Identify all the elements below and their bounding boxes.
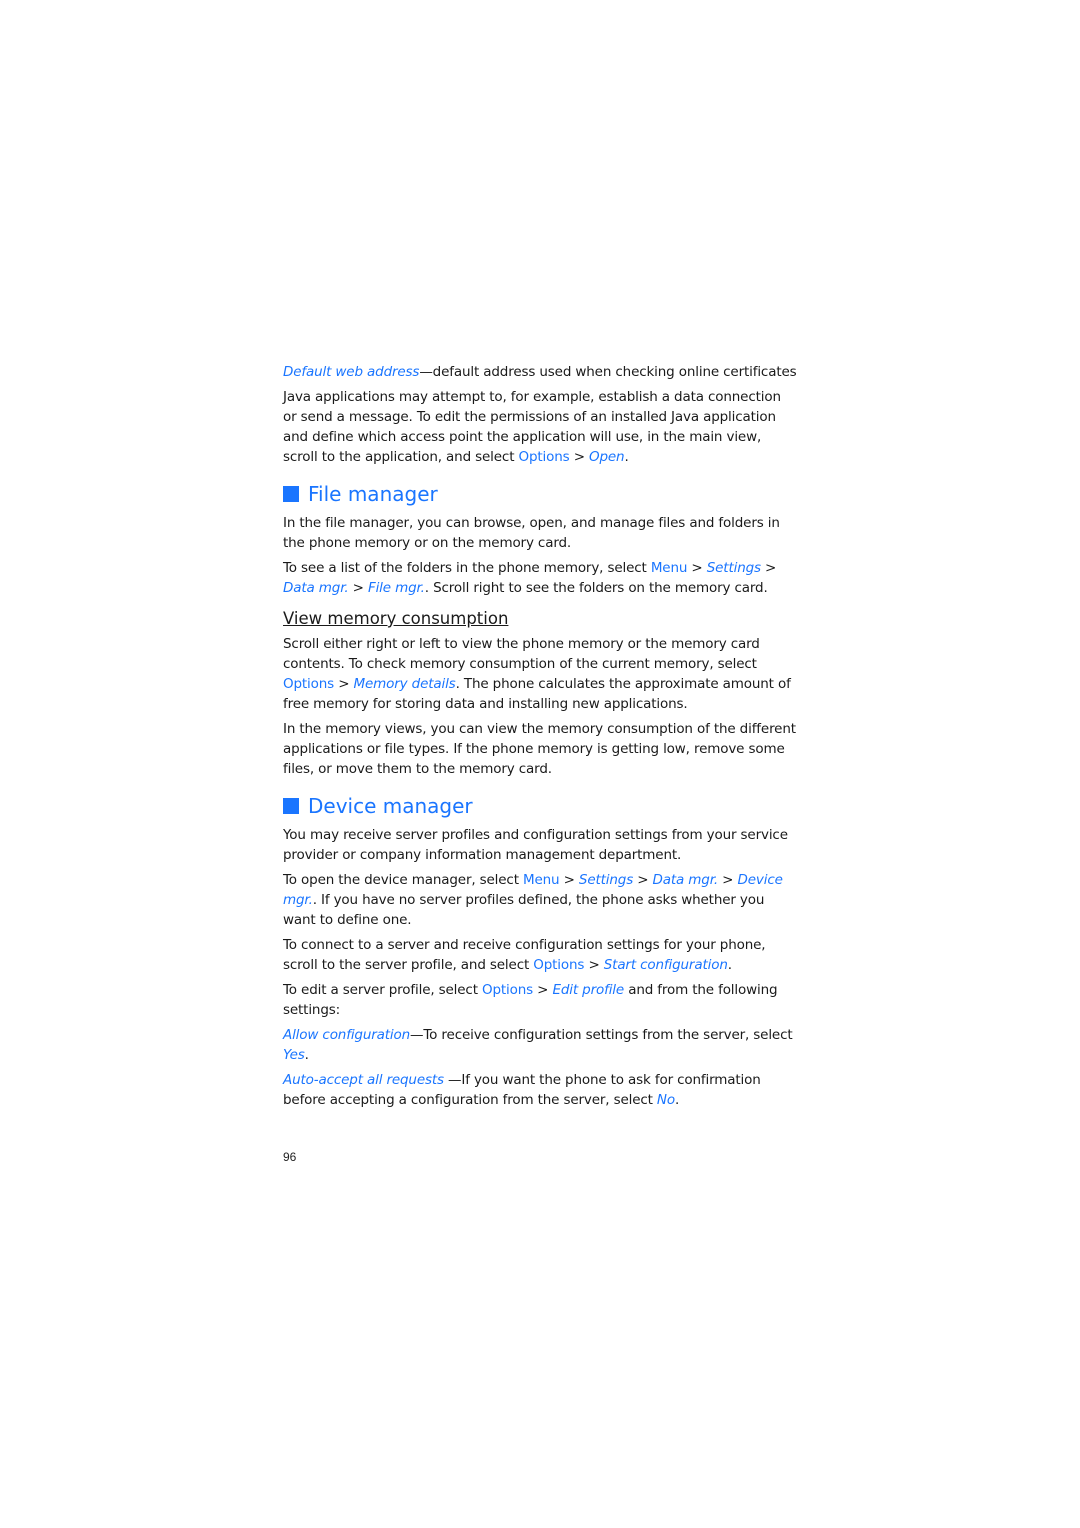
heading-square-icon: [283, 798, 299, 814]
allow-configuration-item: Allow configuration—To receive configura…: [283, 1027, 793, 1063]
java-paragraph: Java applications may attempt to, for ex…: [283, 389, 781, 465]
view-memory-subheading: View memory consumption: [283, 609, 509, 628]
device-manager-p4: To edit a server profile, select Options…: [283, 982, 778, 1018]
options-ref: Options: [518, 449, 570, 465]
device-manager-p1: You may receive server profiles and conf…: [283, 827, 788, 863]
page-number: 96: [283, 1150, 297, 1164]
device-manager-p3: To connect to a server and receive confi…: [283, 937, 766, 973]
term: Default web address: [283, 364, 420, 380]
device-manager-heading: Device manager: [283, 793, 798, 819]
manual-page: Default web address—default address used…: [283, 362, 798, 1115]
default-web-address-item: Default web address—default address used…: [283, 364, 797, 380]
file-manager-p2: To see a list of the folders in the phon…: [283, 560, 777, 596]
device-manager-p2: To open the device manager, select Menu …: [283, 872, 783, 928]
file-manager-p4: In the memory views, you can view the me…: [283, 721, 796, 777]
file-manager-p1: In the file manager, you can browse, ope…: [283, 515, 780, 551]
heading-square-icon: [283, 486, 299, 502]
open-ref: Open: [589, 449, 625, 465]
file-manager-heading: File manager: [283, 481, 798, 507]
auto-accept-item: Auto-accept all requests —If you want th…: [283, 1072, 761, 1108]
file-manager-p3: Scroll either right or left to view the …: [283, 636, 791, 712]
